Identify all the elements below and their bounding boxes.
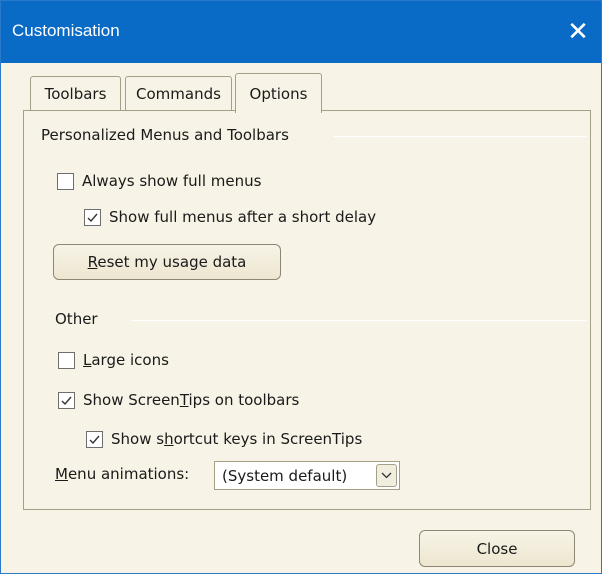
group-heading-other: Other — [55, 310, 98, 328]
tab-label: Options — [249, 84, 308, 103]
checkbox-label: Show full menus after a short delay — [109, 208, 377, 226]
customisation-dialog: Customisation ✕ Toolbars Commands Option… — [0, 0, 602, 574]
reset-usage-data-button[interactable]: Reset my usage data — [53, 244, 281, 280]
checkbox-label: Show ScreenTips on toolbars — [83, 391, 300, 409]
button-label: Reset my usage data — [87, 253, 247, 271]
window-title: Customisation — [12, 21, 120, 40]
group-heading-personalized: Personalized Menus and Toolbars — [41, 126, 289, 144]
checkbox-label: Large icons — [83, 351, 169, 369]
menu-animations-label: Menu animations: — [55, 465, 190, 483]
tab-label: Toolbars — [44, 84, 107, 103]
show-screentips-option[interactable]: Show ScreenTips on toolbars — [58, 389, 299, 411]
check-icon — [61, 396, 72, 405]
tab-toolbars[interactable]: Toolbars — [30, 76, 121, 110]
large-icons-option[interactable]: Large icons — [58, 349, 169, 371]
show-screentips-checkbox[interactable] — [58, 391, 75, 409]
always-show-full-menus-option[interactable]: Always show full menus — [57, 170, 261, 192]
checkbox-label: Always show full menus — [82, 172, 262, 190]
always-show-full-menus-checkbox[interactable] — [57, 172, 74, 190]
chevron-down-icon[interactable] — [376, 464, 397, 487]
check-icon — [87, 213, 98, 222]
button-label: Close — [476, 539, 518, 558]
select-value: (System default) — [222, 466, 348, 485]
check-icon — [89, 435, 100, 444]
group-divider — [131, 320, 586, 321]
group-divider — [334, 136, 586, 137]
tab-label: Commands — [136, 84, 221, 103]
menu-animations-select[interactable]: (System default) — [214, 461, 400, 490]
tab-options[interactable]: Options — [235, 73, 322, 113]
show-shortcut-keys-checkbox[interactable] — [86, 430, 103, 448]
close-button[interactable]: Close — [419, 530, 575, 567]
show-shortcut-keys-option[interactable]: Show shortcut keys in ScreenTips — [86, 428, 362, 450]
tab-commands[interactable]: Commands — [125, 76, 232, 110]
close-icon[interactable]: ✕ — [555, 1, 601, 63]
options-tab-panel: Personalized Menus and Toolbars Always s… — [23, 110, 591, 510]
title-bar: Customisation ✕ — [1, 1, 601, 63]
checkbox-label: Show shortcut keys in ScreenTips — [111, 430, 363, 448]
large-icons-checkbox[interactable] — [58, 351, 75, 369]
show-full-menus-after-delay-checkbox[interactable] — [84, 208, 101, 226]
show-full-menus-after-delay-option[interactable]: Show full menus after a short delay — [84, 206, 376, 228]
